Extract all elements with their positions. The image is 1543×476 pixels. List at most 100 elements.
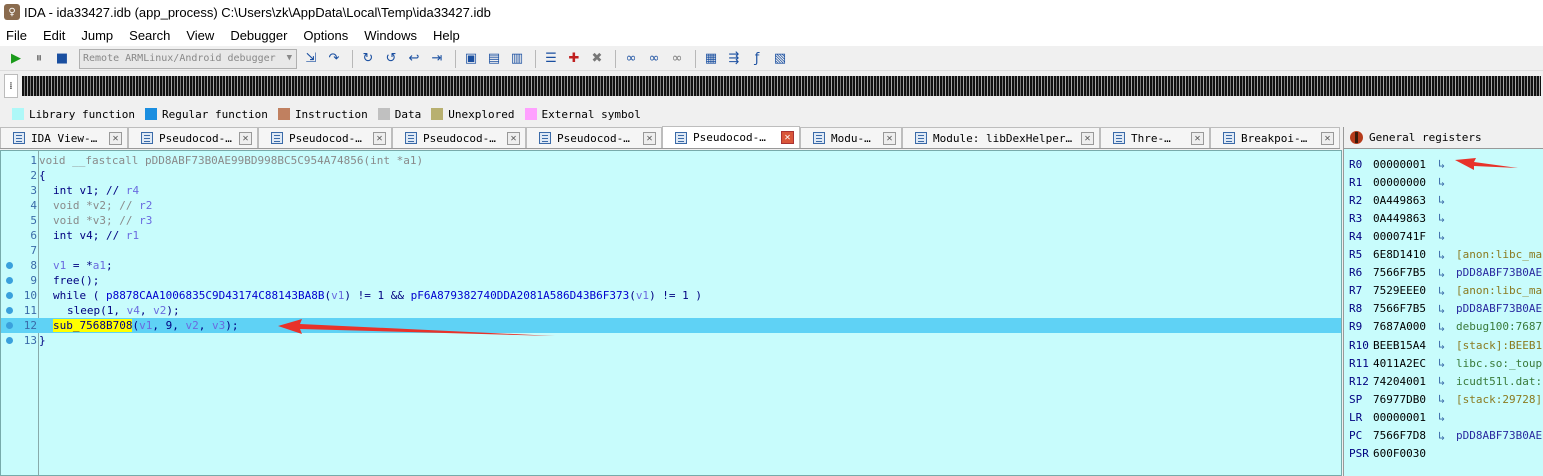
- register-value[interactable]: 0A449863: [1373, 212, 1426, 225]
- register-value[interactable]: 0000741F: [1373, 230, 1426, 243]
- code-line[interactable]: 9 free();: [1, 273, 1341, 288]
- register-value[interactable]: 00000000: [1373, 176, 1426, 189]
- breakpoint-marker[interactable]: [6, 322, 13, 329]
- register-reference[interactable]: debug100:7687: [1456, 320, 1542, 333]
- register-value[interactable]: 74204001: [1373, 375, 1426, 388]
- register-value[interactable]: 0A449863: [1373, 194, 1426, 207]
- register-row[interactable]: R7 7529EEE0 ↳ [anon:libc_ma: [1344, 282, 1543, 300]
- breakpoint-marker[interactable]: [6, 277, 13, 284]
- tab-breakpoints[interactable]: Breakpoi-… ✕: [1210, 127, 1340, 148]
- step-into-icon[interactable]: ⇲: [301, 49, 321, 69]
- navband-menu-button[interactable]: ⁞: [4, 74, 18, 98]
- close-icon[interactable]: ✕: [373, 131, 386, 145]
- watch-icon[interactable]: ∞: [621, 49, 641, 69]
- breakpoint-marker[interactable]: [6, 262, 13, 269]
- jump-to-address-icon[interactable]: ↳: [1438, 175, 1445, 189]
- register-value[interactable]: BEEB15A4: [1373, 339, 1426, 352]
- close-icon[interactable]: ✕: [643, 131, 656, 145]
- close-icon[interactable]: ✕: [883, 131, 896, 145]
- register-reference[interactable]: icudt51l.dat:: [1456, 375, 1542, 388]
- menu-view[interactable]: View: [186, 28, 214, 43]
- close-icon[interactable]: ✕: [1191, 131, 1204, 145]
- function-call[interactable]: pF6A879382740DDA2081A586D43B6F373: [411, 289, 630, 302]
- delete-watch-icon[interactable]: ∞: [667, 49, 687, 69]
- jump-to-address-icon[interactable]: ↳: [1438, 229, 1445, 243]
- jump-to-address-icon[interactable]: ↳: [1438, 338, 1445, 352]
- menu-file[interactable]: File: [6, 28, 27, 43]
- register-row[interactable]: R0 00000001 ↳: [1344, 155, 1543, 173]
- run-to-cursor-icon[interactable]: ↻: [358, 49, 378, 69]
- breakpoint-list-icon[interactable]: ☰: [541, 49, 561, 69]
- breakpoint-marker[interactable]: [6, 292, 13, 299]
- current-code-line[interactable]: 12 sub_7568B708(v1, 9, v2, v3);: [1, 318, 1341, 333]
- register-row[interactable]: R4 0000741F ↳: [1344, 227, 1543, 245]
- instruction-trace-icon[interactable]: ⇶: [724, 49, 744, 69]
- add-watch-icon[interactable]: ∞: [644, 49, 664, 69]
- register-row[interactable]: R1 00000000 ↳: [1344, 173, 1543, 191]
- close-icon[interactable]: ✕: [109, 131, 122, 145]
- jump-to-address-icon[interactable]: ↳: [1438, 211, 1445, 225]
- register-value[interactable]: 7687A000: [1373, 320, 1426, 333]
- register-row[interactable]: LR 00000001 ↳: [1344, 408, 1543, 426]
- jump-to-address-icon[interactable]: ↳: [1438, 266, 1445, 280]
- tab-ida-view[interactable]: IDA View-… ✕: [0, 127, 128, 148]
- terminate-process-icon[interactable]: ■: [52, 49, 72, 69]
- highlighted-function-call[interactable]: sub_7568B708: [53, 319, 133, 332]
- close-icon[interactable]: ✕: [239, 131, 252, 145]
- register-row[interactable]: R2 0A449863 ↳: [1344, 191, 1543, 209]
- register-row[interactable]: R10 BEEB15A4 ↳ [stack]:BEEB1: [1344, 336, 1543, 354]
- close-icon[interactable]: ✕: [507, 131, 520, 145]
- function-trace-icon[interactable]: ƒ: [747, 49, 767, 69]
- code-line[interactable]: 11 sleep(1, v4, v2);: [1, 303, 1341, 318]
- register-row[interactable]: SP 76977DB0 ↳ [stack:29728]: [1344, 390, 1543, 408]
- register-value[interactable]: 7529EEE0: [1373, 284, 1426, 297]
- trace-options-icon[interactable]: ▧: [770, 49, 790, 69]
- register-row[interactable]: R9 7687A000 ↳ debug100:7687: [1344, 318, 1543, 336]
- code-line[interactable]: 5 void *v3; // r3: [1, 213, 1341, 228]
- code-line[interactable]: 2 {: [1, 168, 1341, 183]
- jump-to-address-icon[interactable]: ↳: [1438, 320, 1445, 334]
- menu-edit[interactable]: Edit: [43, 28, 65, 43]
- windows-icon[interactable]: ▤: [484, 49, 504, 69]
- jump-to-address-icon[interactable]: ↳: [1438, 392, 1445, 406]
- close-icon[interactable]: ✕: [781, 131, 794, 144]
- register-value[interactable]: 600F0030: [1373, 447, 1426, 460]
- register-reference[interactable]: [anon:libc_ma: [1456, 248, 1542, 261]
- menu-search[interactable]: Search: [129, 28, 170, 43]
- tab-pseudocode-1[interactable]: Pseudocod-… ✕: [128, 127, 258, 148]
- register-value[interactable]: 7566F7B5: [1373, 266, 1426, 279]
- jump-to-address-icon[interactable]: ↳: [1438, 193, 1445, 207]
- register-value[interactable]: 6E8D1410: [1373, 248, 1426, 261]
- function-call[interactable]: p8878CAA1006835C9D43174C88143BA8B: [106, 289, 325, 302]
- register-reference[interactable]: pDD8ABF73B0AE: [1456, 429, 1542, 442]
- code-line[interactable]: 10 while ( p8878CAA1006835C9D43174C88143…: [1, 288, 1341, 303]
- general-registers-panel[interactable]: General registers R0 00000001 ↳ R1 00000000 ↳…: [1343, 127, 1543, 476]
- add-breakpoint-icon[interactable]: ✚: [564, 49, 584, 69]
- delete-breakpoint-icon[interactable]: ✖: [587, 49, 607, 69]
- jump-to-address-icon[interactable]: ↳: [1438, 248, 1445, 262]
- register-reference[interactable]: [anon:libc_ma: [1456, 284, 1542, 297]
- jump-to-address-icon[interactable]: ↳: [1438, 410, 1445, 424]
- register-row[interactable]: R5 6E8D1410 ↳ [anon:libc_ma: [1344, 246, 1543, 264]
- jump-to-address-icon[interactable]: ↳: [1438, 374, 1445, 388]
- tab-modules[interactable]: Modu-… ✕: [800, 127, 902, 148]
- debugger-select[interactable]: Remote ARMLinux/Android debugger ▼: [79, 48, 297, 69]
- register-reference[interactable]: pDD8ABF73B0AE: [1456, 266, 1542, 279]
- jump-to-address-icon[interactable]: ↳: [1438, 429, 1445, 443]
- register-reference[interactable]: [stack]:BEEB1: [1456, 339, 1542, 352]
- pseudocode-view[interactable]: 1 void __fastcall pDD8ABF73B0AE99BD998BC…: [0, 150, 1342, 476]
- register-reference[interactable]: pDD8ABF73B0AE: [1456, 302, 1542, 315]
- register-reference[interactable]: libc.so:_toup: [1456, 357, 1542, 370]
- menu-help[interactable]: Help: [433, 28, 460, 43]
- close-icon[interactable]: ✕: [1081, 131, 1094, 145]
- tab-pseudocode-3[interactable]: Pseudocod-… ✕: [392, 127, 526, 148]
- register-value[interactable]: 4011A2EC: [1373, 357, 1426, 370]
- jump-to-address-icon[interactable]: ↳: [1438, 284, 1445, 298]
- run-until-return-icon[interactable]: ⇥: [427, 49, 447, 69]
- tab-module-libdexhelper[interactable]: Module: libDexHelper… ✕: [902, 127, 1100, 148]
- code-line[interactable]: 7: [1, 243, 1341, 258]
- step-back-icon[interactable]: ↺: [381, 49, 401, 69]
- register-row[interactable]: R8 7566F7B5 ↳ pDD8ABF73B0AE: [1344, 300, 1543, 318]
- continue-process-icon[interactable]: ▶: [6, 49, 26, 69]
- register-value[interactable]: 00000001: [1373, 411, 1426, 424]
